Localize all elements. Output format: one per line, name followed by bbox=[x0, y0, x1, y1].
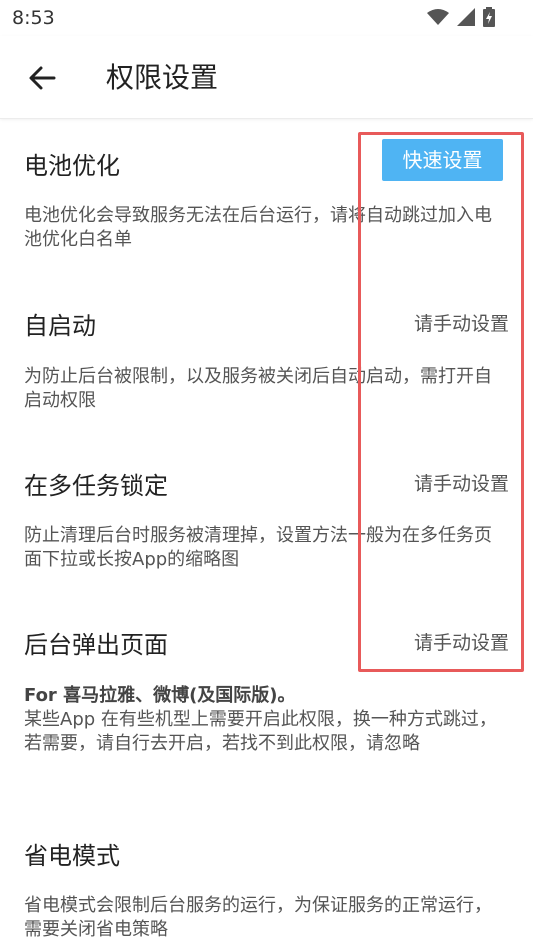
section-title: 在多任务锁定 bbox=[24, 472, 168, 500]
signal-icon bbox=[457, 8, 475, 26]
section-power-saving: 省电模式 省电模式会限制后台服务的运行，为保证服务的正常运行，需要关闭省电策略 bbox=[0, 808, 533, 948]
wifi-icon bbox=[427, 9, 449, 25]
back-arrow-icon[interactable] bbox=[24, 60, 60, 96]
app-bar: 权限设置 bbox=[0, 36, 533, 119]
status-bar: 8:53 bbox=[0, 0, 533, 36]
section-title: 省电模式 bbox=[24, 842, 120, 870]
section-note: For 喜马拉雅、微博(及国际版)。 bbox=[24, 685, 296, 706]
section-title: 后台弹出页面 bbox=[24, 631, 168, 659]
status-icons bbox=[427, 7, 495, 27]
page-title: 权限设置 bbox=[106, 61, 219, 94]
section-description: 省电模式会限制后台服务的运行，为保证服务的正常运行，需要关闭省电策略 bbox=[24, 895, 492, 940]
battery-charging-icon bbox=[483, 7, 495, 27]
section-description: 某些App 在有些机型上需要开启此权限，换一种方式跳过，若需要，请自行去开启，若… bbox=[24, 709, 497, 754]
section-title: 自启动 bbox=[24, 312, 96, 340]
section-title: 电池优化 bbox=[24, 152, 120, 180]
status-time: 8:53 bbox=[12, 7, 55, 29]
highlight-box bbox=[358, 132, 524, 672]
